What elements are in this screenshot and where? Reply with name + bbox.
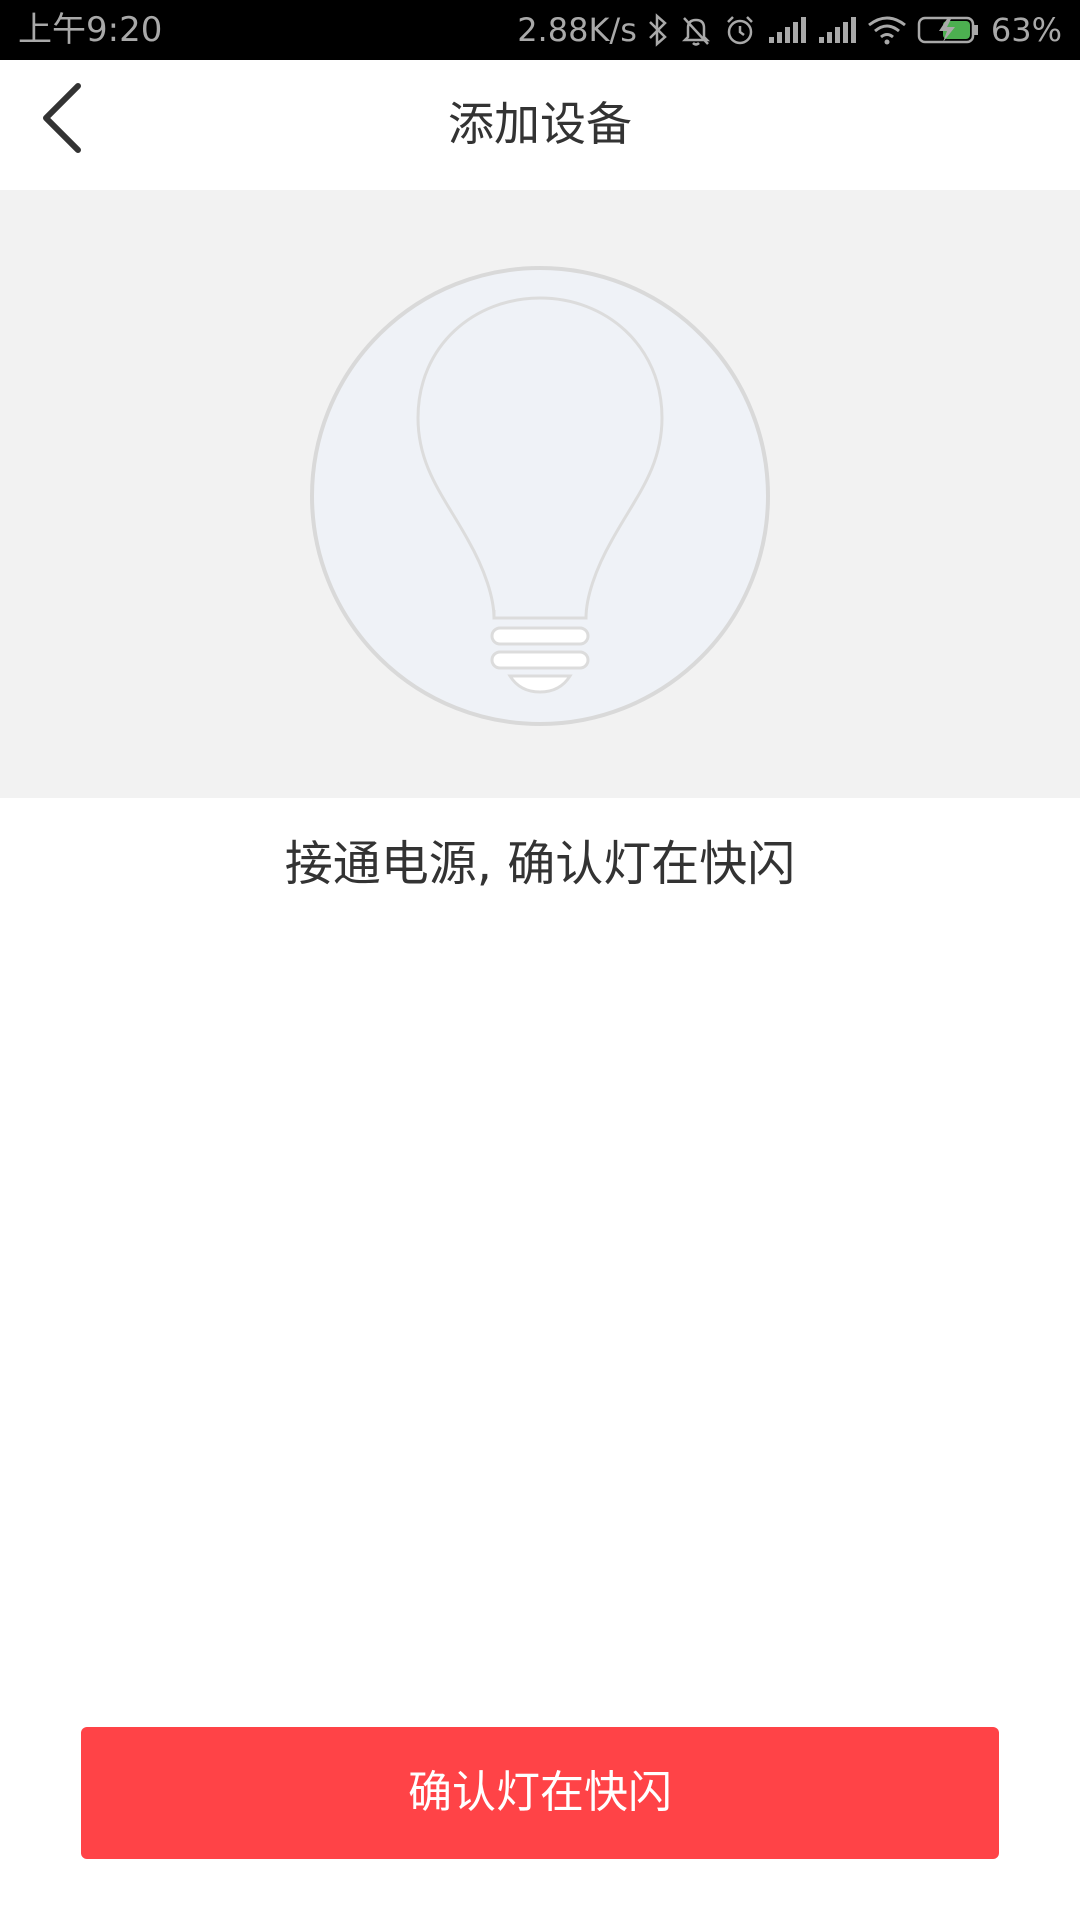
battery-percent: 63%: [990, 11, 1062, 49]
illustration-panel: [0, 190, 1080, 798]
signal-icon-2: [817, 15, 857, 45]
battery-charging-icon: [917, 15, 981, 45]
alarm-icon: [723, 13, 757, 47]
status-bar: 上午9:20 2.88K/s 63%: [0, 0, 1080, 60]
page-title: 添加设备: [448, 97, 632, 151]
status-time: 上午9:20: [18, 10, 163, 50]
bluetooth-icon: [647, 13, 669, 47]
confirm-button[interactable]: 确认灯在快闪: [81, 1727, 999, 1859]
lightbulb-icon: [310, 266, 770, 726]
mute-icon: [679, 13, 713, 47]
wifi-icon: [867, 15, 907, 45]
signal-icon-1: [767, 15, 807, 45]
status-indicators: 2.88K/s 63%: [517, 0, 1062, 60]
screen: 上午9:20 2.88K/s 63% 添加设备 接通电源, 确认灯在快闪 确认灯…: [0, 0, 1080, 1920]
instruction-text: 接通电源, 确认灯在快闪: [284, 836, 796, 892]
network-speed: 2.88K/s: [517, 11, 637, 49]
header: 添加设备: [0, 60, 1080, 190]
